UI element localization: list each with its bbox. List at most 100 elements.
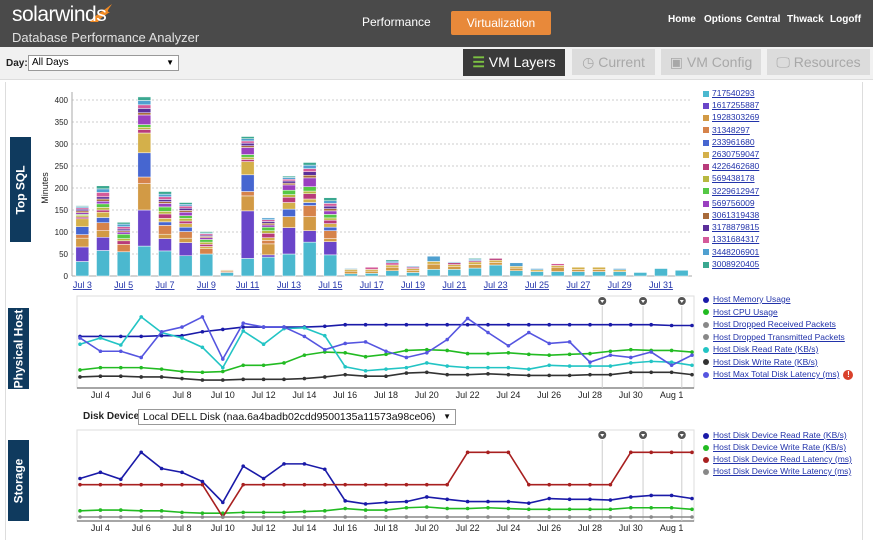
bar-segment-569756009[interactable]	[240, 147, 255, 155]
data-point[interactable]	[241, 321, 245, 325]
data-point[interactable]	[139, 365, 143, 370]
bar-segment-1928303269[interactable]	[344, 270, 358, 275]
bar-segment-3008920405[interactable]	[178, 202, 193, 205]
bar-segment-717540293[interactable]	[96, 250, 110, 277]
data-point[interactable]	[282, 361, 286, 365]
bar-segment-717540293[interactable]	[261, 256, 276, 277]
bar-segment-1928303269[interactable]	[468, 264, 482, 269]
bar-segment-717540293[interactable]	[654, 268, 668, 277]
bar-segment-2630759047[interactable]	[385, 264, 400, 268]
bar-segment-717540293[interactable]	[447, 269, 462, 277]
data-point[interactable]	[567, 482, 572, 487]
data-point[interactable]	[159, 375, 164, 379]
bar-segment-2630759047[interactable]	[96, 211, 110, 218]
bar-segment-717540293[interactable]	[571, 271, 586, 277]
x-tick-label[interactable]: Jul 5	[114, 280, 133, 290]
data-point[interactable]	[343, 341, 348, 346]
alert-icon[interactable]: !	[843, 369, 854, 380]
bar-segment-3061319438[interactable]	[75, 210, 90, 213]
bar-segment-3448206901[interactable]	[447, 261, 462, 264]
data-point[interactable]	[302, 376, 307, 381]
data-point[interactable]	[343, 322, 348, 327]
bar-segment-31348297[interactable]	[240, 191, 255, 197]
day-select[interactable]: All Days ▼	[28, 55, 179, 71]
data-point[interactable]	[527, 482, 531, 487]
bar-segment-3008920405[interactable]	[282, 175, 296, 178]
bar-segment-3008920405[interactable]	[158, 191, 172, 195]
data-point[interactable]	[282, 377, 286, 382]
bar-segment-3061319438[interactable]	[302, 174, 317, 179]
bar-segment-4226462680[interactable]	[240, 159, 255, 162]
bar-segment-717540293[interactable]	[199, 253, 214, 277]
bar-segment-1617255887[interactable]	[261, 254, 276, 258]
data-point[interactable]	[119, 508, 123, 512]
bar-segment-2630759047[interactable]	[530, 269, 544, 272]
bar-segment-717540293[interactable]	[344, 273, 358, 277]
bar-segment-569756009[interactable]	[199, 237, 214, 240]
bar-segment-3178879815[interactable]	[302, 171, 317, 176]
bar-segment-2630759047[interactable]	[137, 132, 152, 154]
bar-segment-1928303269[interactable]	[426, 263, 441, 270]
bar-segment-1928303269[interactable]	[550, 266, 565, 272]
bar-segment-3448206901[interactable]	[323, 200, 338, 204]
tab-current[interactable]: ◷ Current	[572, 49, 655, 75]
legend-item[interactable]: Host Disk Read Rate (KB/s)	[703, 344, 818, 354]
legend-item[interactable]: Host Memory Usage	[703, 294, 790, 304]
bar-segment-31348297[interactable]	[158, 225, 172, 235]
legend-item[interactable]: Host CPU Usage	[703, 307, 778, 317]
bar-segment-1928303269[interactable]	[509, 267, 524, 271]
tab-resources[interactable]: 🖵 Resources	[767, 49, 870, 75]
bar-segment-3448206901[interactable]	[261, 217, 276, 220]
data-point[interactable]	[404, 371, 409, 375]
data-point[interactable]	[527, 367, 531, 371]
bar-segment-1928303269[interactable]	[282, 216, 296, 228]
bar-segment-717540293[interactable]	[674, 270, 689, 277]
bar-segment-3061319438[interactable]	[158, 201, 172, 204]
data-point[interactable]	[221, 365, 225, 370]
bar-segment-1928303269[interactable]	[240, 195, 255, 212]
data-point[interactable]	[200, 329, 205, 334]
legend-item[interactable]: 1617255887	[703, 100, 759, 110]
bar-segment-569438178[interactable]	[302, 190, 317, 194]
tab-vm-layers[interactable]: ☰ VM Layers	[463, 49, 565, 76]
data-point[interactable]	[465, 316, 470, 321]
data-point[interactable]	[527, 322, 531, 327]
bar-segment-1928303269[interactable]	[364, 270, 379, 274]
data-point[interactable]	[200, 515, 205, 519]
x-tick-label[interactable]: Jul 7	[155, 280, 174, 290]
bar-segment-717540293[interactable]	[592, 271, 606, 277]
bar-segment-2630759047[interactable]	[509, 266, 524, 269]
bar-segment-717540293[interactable]	[633, 272, 648, 277]
data-point[interactable]	[567, 322, 572, 327]
data-point[interactable]	[506, 365, 511, 370]
bar-segment-569756009[interactable]	[116, 231, 131, 235]
data-point[interactable]	[241, 464, 245, 468]
data-point[interactable]	[547, 507, 551, 512]
bar-segment-3178879815[interactable]	[178, 207, 193, 211]
bar-segment-717540293[interactable]	[302, 241, 317, 277]
bar-segment-717540293[interactable]	[137, 245, 152, 277]
bar-segment-31348297[interactable]	[261, 240, 276, 245]
data-point[interactable]	[465, 515, 470, 519]
bar-segment-2630759047[interactable]	[612, 269, 627, 272]
bar-segment-31348297[interactable]	[75, 234, 90, 239]
data-point[interactable]	[261, 515, 266, 519]
bar-segment-1331684317[interactable]	[116, 226, 131, 230]
bar-segment-4226462680[interactable]	[158, 213, 172, 219]
data-point[interactable]	[159, 509, 164, 513]
bar-segment-233961680[interactable]	[178, 226, 193, 232]
bar-segment-3448206901[interactable]	[158, 193, 172, 198]
bar-segment-31348297[interactable]	[199, 248, 214, 255]
data-point[interactable]	[139, 450, 143, 455]
data-point[interactable]	[78, 509, 82, 513]
data-point[interactable]	[608, 515, 613, 519]
legend-item[interactable]: 3448206901	[703, 247, 759, 257]
data-point[interactable]	[649, 505, 653, 510]
data-point[interactable]	[608, 372, 613, 377]
bar-segment-3008920405[interactable]	[116, 222, 131, 225]
legend-item[interactable]: 569756009	[703, 198, 755, 208]
data-point[interactable]	[282, 510, 286, 515]
data-point[interactable]	[425, 351, 429, 355]
data-point[interactable]	[445, 515, 450, 519]
data-point[interactable]	[200, 345, 205, 350]
